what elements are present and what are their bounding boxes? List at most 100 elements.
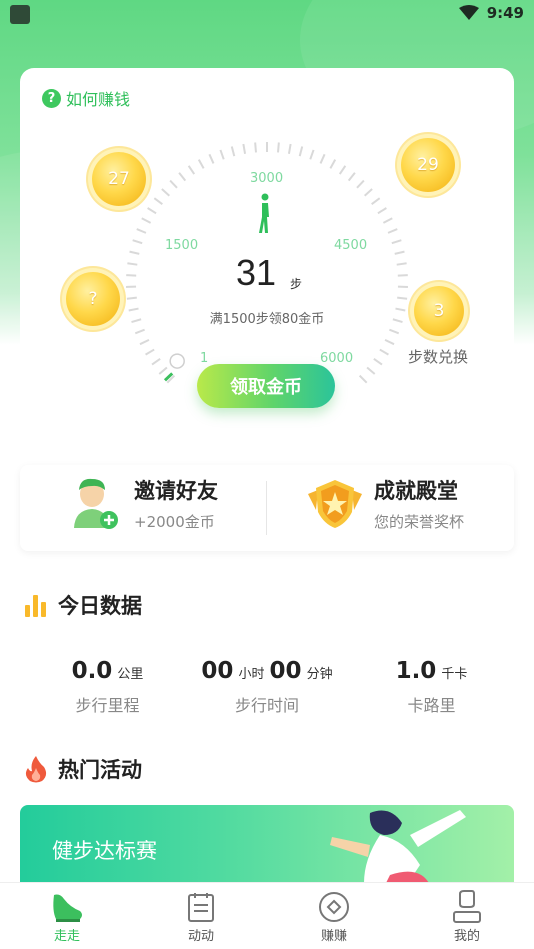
nav-tab-move[interactable]: 动动 <box>161 889 241 944</box>
dial-tick <box>364 188 373 197</box>
person-icon <box>453 890 481 923</box>
dial-tick <box>169 179 178 189</box>
distance-unit: 公里 <box>117 667 144 682</box>
dial-tick <box>161 188 170 197</box>
dial-tick <box>158 366 168 375</box>
dial-tick <box>379 348 389 356</box>
dial-tick <box>382 217 393 224</box>
dial-tick <box>127 262 138 266</box>
dial-tick <box>397 274 408 277</box>
dial-tick <box>254 142 257 153</box>
app-notification-icon <box>10 5 30 24</box>
scale-label-6000: 6000 <box>320 351 354 366</box>
dial-tick <box>277 142 280 153</box>
coin-diamond-icon <box>319 892 349 922</box>
dial-tick <box>358 374 368 384</box>
invite-friend-icon <box>74 478 118 529</box>
dial-tick <box>147 207 157 215</box>
dial-tick <box>287 143 292 155</box>
dial-tick <box>153 197 163 206</box>
dial-tick <box>187 165 196 175</box>
dial-tick <box>178 172 187 182</box>
minutes-value: 00 <box>269 658 302 684</box>
step-exchange-label[interactable]: 步数兑换 <box>408 346 468 367</box>
distance-value: 0.0 <box>71 658 113 684</box>
banner-title: 健步达标赛 <box>52 839 157 863</box>
dial-tick <box>197 159 205 169</box>
stat-distance: 0.0 公里 步行里程 <box>40 658 175 716</box>
dial-tick <box>242 143 247 155</box>
distance-label: 步行里程 <box>75 696 140 715</box>
stat-calories: 1.0 千卡 卡路里 <box>364 658 499 716</box>
collect-coins-button[interactable]: 领取金币 <box>197 364 335 408</box>
wifi-icon <box>458 5 479 20</box>
minutes-unit: 分钟 <box>306 667 333 682</box>
dial-tick <box>145 348 155 356</box>
steps-count: 31 <box>236 252 277 293</box>
feature-card: 邀请好友 +2000金币 成就殿堂 您的荣誉奖杯 <box>20 465 514 551</box>
scale-label-4500: 4500 <box>334 238 368 253</box>
scale-label-1500: 1500 <box>165 238 199 253</box>
status-time: 9:49 <box>486 4 524 22</box>
flame-icon <box>25 756 47 783</box>
dial-tick <box>319 153 326 164</box>
dial-tick <box>394 250 405 255</box>
dial-tick <box>139 338 150 346</box>
dial-tick <box>391 239 402 245</box>
calories-unit: 千卡 <box>441 667 468 682</box>
dial-tick <box>126 296 137 300</box>
calories-label: 卡路里 <box>407 696 456 715</box>
walk-time-label: 步行时间 <box>234 696 299 715</box>
dial-indicator <box>169 353 185 369</box>
achievement-subtitle: 您的荣誉奖杯 <box>374 513 465 531</box>
calories-value: 1.0 <box>395 658 437 684</box>
dial-tick <box>136 228 147 234</box>
dial-tick <box>396 262 407 266</box>
nav-label-walk: 走走 <box>53 929 80 944</box>
nav-tab-walk[interactable]: 走走 <box>27 889 107 944</box>
dial-tick <box>397 296 408 300</box>
dial-tick <box>298 146 304 157</box>
coin-bubble[interactable]: 29 <box>401 138 455 192</box>
dial-tick <box>208 153 215 164</box>
scale-label-3000: 3000 <box>250 171 284 186</box>
dial-tick <box>338 165 347 175</box>
today-data-heading: 今日数据 <box>24 590 142 620</box>
dial-tick <box>387 228 398 234</box>
status-bar: 9:49 <box>0 0 534 30</box>
walker-icon <box>259 193 269 233</box>
dial-tick <box>219 149 225 160</box>
scale-label-1: 1 <box>200 351 209 366</box>
achievement-hall[interactable]: 成就殿堂 您的荣誉奖杯 <box>306 475 464 532</box>
hot-activities-title: 热门活动 <box>58 758 142 782</box>
stat-walk-time: 00 小时 00 分钟 步行时间 <box>186 658 348 716</box>
nav-label-earn: 赚赚 <box>320 929 347 944</box>
shoe-icon <box>53 894 82 922</box>
invite-friends[interactable]: 邀请好友 +2000金币 <box>72 475 218 532</box>
steps-unit: 步 <box>290 277 303 291</box>
invite-title: 邀请好友 <box>134 479 218 503</box>
coin-bubble[interactable]: 27 <box>92 152 146 206</box>
hours-value: 00 <box>201 658 234 684</box>
dial-tick <box>309 149 315 160</box>
dial-tick <box>151 357 161 366</box>
nav-tab-mine[interactable]: 我的 <box>427 889 507 944</box>
step-card: ? 如何赚钱 1 1500 3000 4500 6000 31 步 满1500步… <box>20 68 514 418</box>
nav-tab-earn[interactable]: 赚赚 <box>294 889 374 944</box>
dial-tick <box>366 366 376 375</box>
dial-tick <box>129 250 140 255</box>
dial-tick <box>230 146 236 157</box>
coin-bubble-unknown[interactable]: ? <box>66 272 120 326</box>
dial-tick <box>356 179 365 189</box>
exchange-coin[interactable]: 3 <box>414 286 464 336</box>
dial-tick <box>384 338 395 346</box>
dial-tick <box>347 172 356 182</box>
today-data-title: 今日数据 <box>58 594 142 618</box>
invite-subtitle: +2000金币 <box>134 513 215 531</box>
dial-tick <box>126 274 137 277</box>
dial-tick <box>377 207 387 215</box>
dial-tick <box>389 328 400 335</box>
dial-tick <box>132 239 143 245</box>
notepad-icon <box>188 893 214 922</box>
dial-tick <box>329 159 337 169</box>
